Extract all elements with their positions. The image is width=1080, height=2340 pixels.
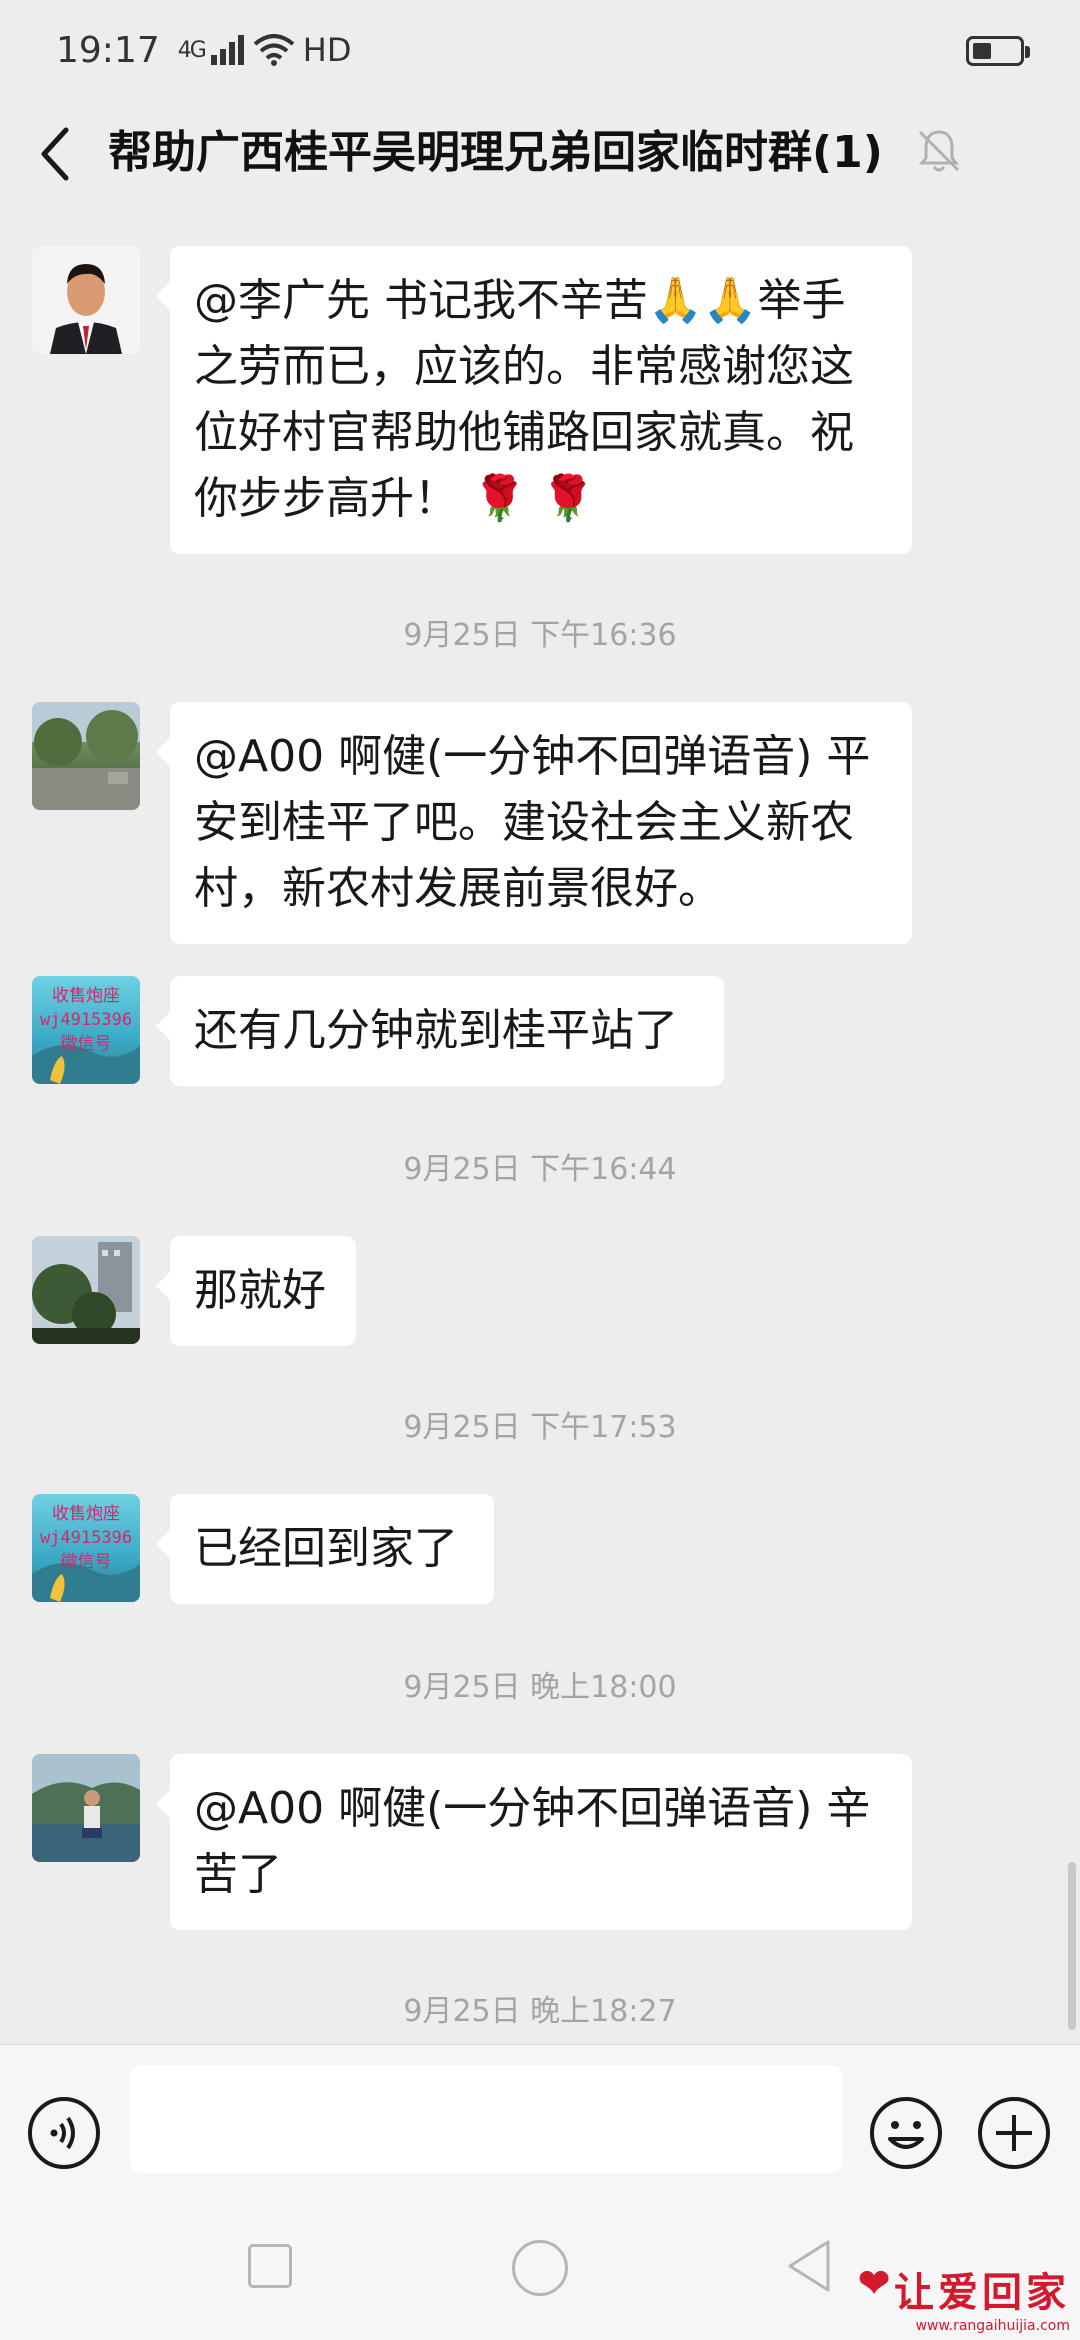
avatar[interactable]: 收售炮座 wj4915396 微信号	[32, 976, 140, 1084]
message-line: 安到桂平了吧。建设社会主义新农	[194, 797, 854, 848]
wifi-icon	[253, 34, 295, 66]
status-time: 19:17	[56, 29, 160, 71]
nav-back-icon[interactable]	[784, 2238, 834, 2294]
system-nav-bar: ❤让爱回家 www.rangaihuijia.com	[0, 2194, 1080, 2340]
timestamp: 9月25日 下午16:36	[403, 618, 677, 653]
message-bubble[interactable]: @A00 啊健(一分钟不回弹语音) 辛 苦了	[156, 1754, 912, 1930]
back-arrow-icon[interactable]	[34, 122, 74, 186]
signal-icon	[210, 35, 244, 65]
avatar[interactable]	[32, 702, 140, 810]
watermark-url: www.rangaihuijia.com	[915, 2318, 1070, 2334]
avatar-text: 收售炮座 wj4915396 微信号	[39, 986, 133, 1054]
message-input[interactable]	[130, 2065, 842, 2173]
voice-icon[interactable]	[26, 2095, 102, 2171]
message-line: 还有几分钟就到桂平站了	[194, 1005, 678, 1056]
message-line: 你步步高升！ 🌹 🌹	[194, 473, 596, 524]
heart-logo-icon: ❤	[858, 2260, 894, 2305]
message-line: @李广先 书记我不辛苦🙏🙏举手	[194, 275, 846, 326]
status-bar: 19:17 4G HD	[0, 0, 1080, 100]
nav-recent-icon[interactable]	[248, 2244, 292, 2288]
avatar[interactable]	[32, 1754, 140, 1862]
message-line: 那就好	[194, 1265, 326, 1316]
mute-bell-icon	[918, 130, 960, 172]
input-bar	[0, 2044, 1080, 2194]
message-bubble[interactable]: 那就好	[156, 1236, 356, 1346]
timestamp: 9月25日 下午16:44	[403, 1152, 677, 1187]
avatar-text: 收售炮座 wj4915396 微信号	[39, 1504, 133, 1572]
message-bubble[interactable]: 还有几分钟就到桂平站了	[156, 976, 724, 1086]
watermark-brand: 让爱回家	[894, 2269, 1070, 2316]
battery-icon	[966, 36, 1030, 66]
avatar[interactable]: 收售炮座 wj4915396 微信号	[32, 1494, 140, 1602]
chat-message-list[interactable]: @李广先 书记我不辛苦🙏🙏举手 之劳而已，应该的。非常感谢您这 位好村官帮助他铺…	[0, 208, 1080, 2044]
timestamp: 9月25日 晚上18:00	[403, 1670, 677, 1705]
message-bubble[interactable]: 已经回到家了	[156, 1494, 494, 1604]
message-line: 苦了	[194, 1849, 282, 1900]
message-bubble[interactable]: @A00 啊健(一分钟不回弹语音) 平 安到桂平了吧。建设社会主义新农 村，新农…	[156, 702, 912, 944]
message-line: @A00 啊健(一分钟不回弹语音) 辛	[194, 1783, 871, 1834]
message-line: 之劳而已，应该的。非常感谢您这	[194, 341, 854, 392]
timestamp: 9月25日 晚上18:27	[403, 1994, 677, 2029]
timestamp: 9月25日 下午17:53	[403, 1410, 677, 1445]
hd-indicator: HD	[302, 31, 352, 69]
watermark: ❤让爱回家 www.rangaihuijia.com	[858, 2260, 1070, 2334]
plus-icon[interactable]	[976, 2095, 1052, 2171]
scrollbar[interactable]	[1068, 1862, 1076, 2030]
emoji-icon[interactable]	[868, 2095, 944, 2171]
message-line: 村，新农村发展前景很好。	[194, 863, 722, 914]
avatar[interactable]	[32, 246, 140, 354]
chat-title[interactable]: 帮助广西桂平吴明理兄弟回家临时群(1)	[108, 116, 883, 180]
message-line: @A00 啊健(一分钟不回弹语音) 平	[194, 731, 871, 782]
message-bubble[interactable]: @李广先 书记我不辛苦🙏🙏举手 之劳而已，应该的。非常感谢您这 位好村官帮助他铺…	[156, 246, 912, 554]
nav-home-icon[interactable]	[512, 2240, 568, 2296]
avatar[interactable]	[32, 1236, 140, 1344]
message-line: 已经回到家了	[194, 1523, 458, 1574]
chat-header: 帮助广西桂平吴明理兄弟回家临时群(1)	[0, 100, 1080, 208]
network-type: 4G	[177, 37, 207, 63]
message-line: 位好村官帮助他铺路回家就真。祝	[194, 407, 854, 458]
